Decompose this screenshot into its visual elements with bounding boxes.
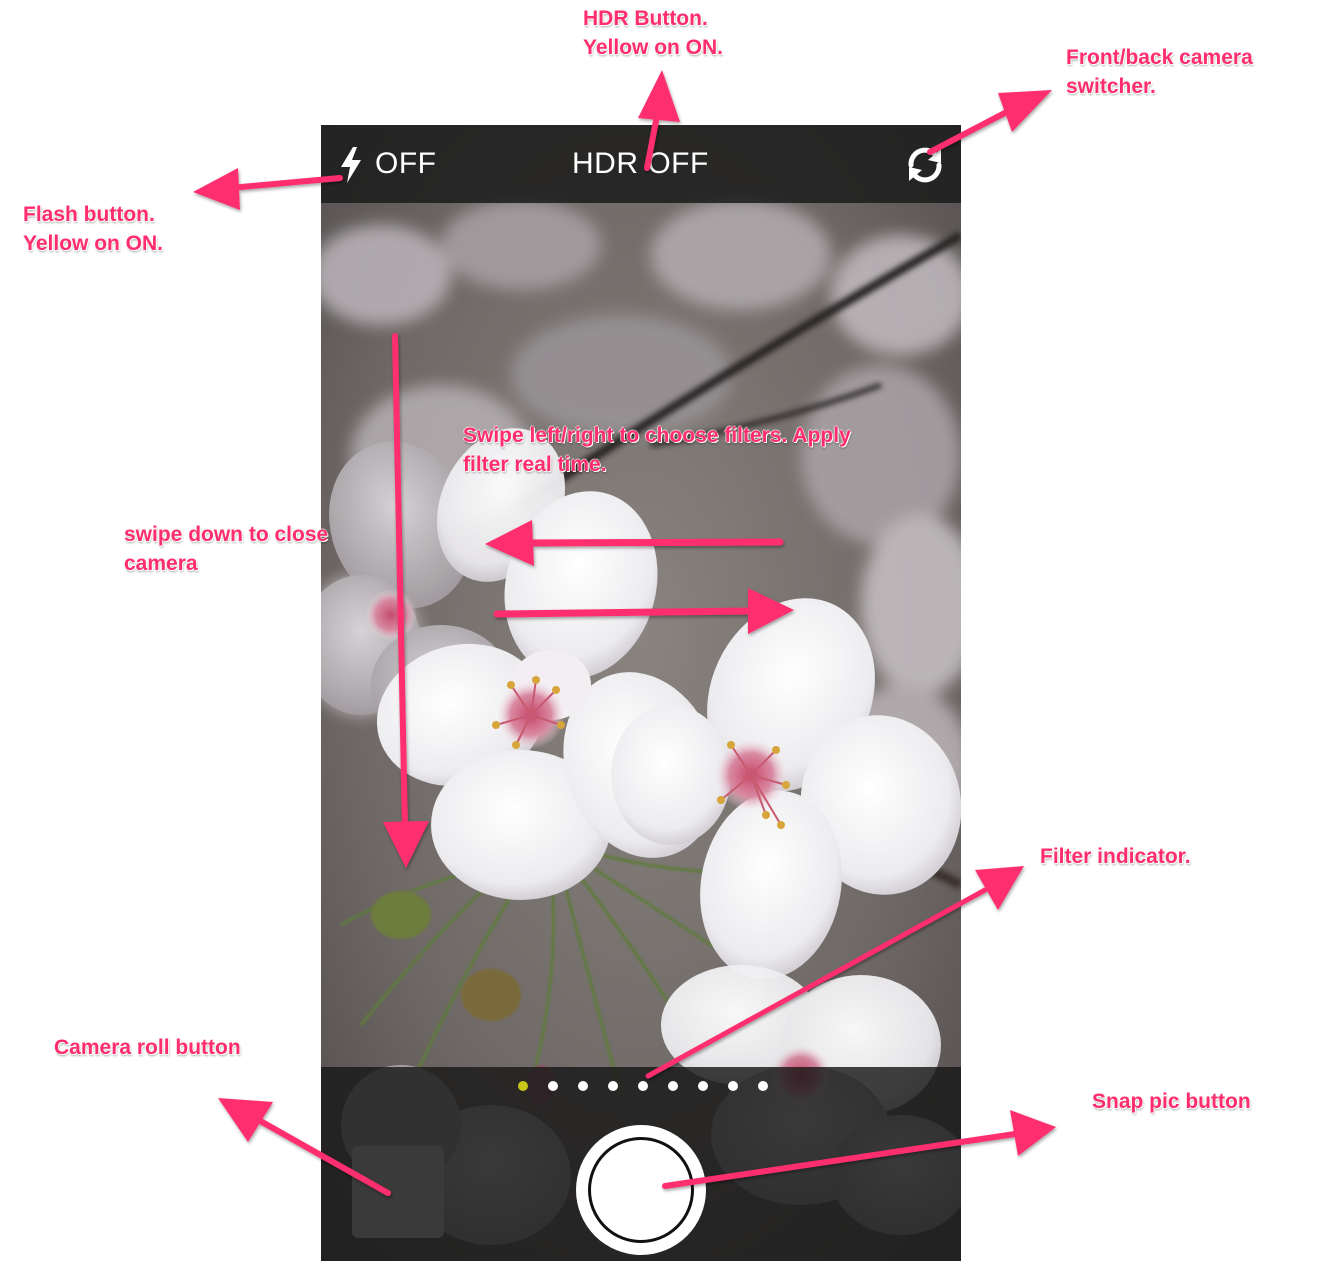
flash-button[interactable]: OFF	[339, 143, 449, 187]
flash-status-label: OFF	[375, 147, 437, 180]
annotation-hdr-line-2: Yellow on ON.	[583, 36, 724, 59]
annotation-swipe-down-line-1: swipe down to close	[124, 523, 329, 546]
camera-top-bar: OFF HDR OFF	[321, 125, 961, 203]
filter-dot[interactable]	[698, 1081, 708, 1091]
filter-dot[interactable]	[638, 1081, 648, 1091]
annotation-hdr: HDR Button. Yellow on ON.	[583, 4, 723, 62]
shutter-button[interactable]	[576, 1125, 706, 1255]
lightning-bolt-icon	[341, 147, 361, 183]
arrowhead-flash	[193, 168, 240, 210]
filter-dot[interactable]	[578, 1081, 588, 1091]
camera-switch-button[interactable]	[901, 143, 949, 187]
arrowhead-switcher	[998, 90, 1052, 132]
annotation-switcher-line-1: Front/back camera	[1066, 46, 1253, 69]
arrowhead-filter-indicator	[975, 866, 1024, 910]
annotation-swipe-filters: Swipe left/right to choose filters. Appl…	[463, 421, 851, 479]
rotate-arrows-icon	[908, 147, 942, 183]
annotation-swipe-filters-line-2: filter real time.	[463, 453, 607, 476]
filter-dot[interactable]	[608, 1081, 618, 1091]
filter-dot[interactable]	[728, 1081, 738, 1091]
annotation-flash-line-1: Flash button.	[23, 203, 155, 226]
annotation-swipe-down: swipe down to close camera	[124, 520, 328, 578]
filter-dot[interactable]	[668, 1081, 678, 1091]
filter-dot[interactable]	[758, 1081, 768, 1091]
annotation-hdr-line-1: HDR Button.	[583, 7, 708, 30]
annotation-filter-indicator: Filter indicator.	[1040, 842, 1191, 871]
annotation-camera-roll-line-1: Camera roll button	[54, 1036, 241, 1059]
camera-bottom-bar	[321, 1067, 961, 1261]
annotation-snap-line-1: Snap pic button	[1092, 1090, 1251, 1113]
annotation-swipe-down-line-2: camera	[124, 552, 198, 575]
hdr-button[interactable]: HDR OFF	[561, 147, 721, 187]
filter-indicator	[321, 1067, 961, 1107]
annotation-switcher-line-2: switcher.	[1066, 75, 1156, 98]
shutter-inner-ring	[588, 1137, 694, 1243]
annotation-camera-roll: Camera roll button	[54, 1033, 241, 1062]
arrowhead-snap	[1010, 1110, 1056, 1156]
arrowhead-camera-roll	[218, 1098, 273, 1142]
annotation-filter-indicator-line-1: Filter indicator.	[1040, 845, 1191, 868]
annotation-flash-line-2: Yellow on ON.	[23, 232, 164, 255]
camera-screen: OFF HDR OFF	[321, 125, 961, 1261]
filter-dot-active[interactable]	[518, 1081, 528, 1091]
annotation-switcher: Front/back camera switcher.	[1066, 43, 1253, 101]
annotation-snap: Snap pic button	[1092, 1087, 1251, 1116]
hdr-status-label: HDR OFF	[572, 147, 709, 180]
filter-dot[interactable]	[548, 1081, 558, 1091]
annotation-flash: Flash button. Yellow on ON.	[23, 200, 163, 258]
annotation-swipe-filters-line-1: Swipe left/right to choose filters. Appl…	[463, 424, 851, 447]
arrowhead-hdr	[638, 70, 680, 122]
camera-roll-button[interactable]	[352, 1146, 444, 1238]
